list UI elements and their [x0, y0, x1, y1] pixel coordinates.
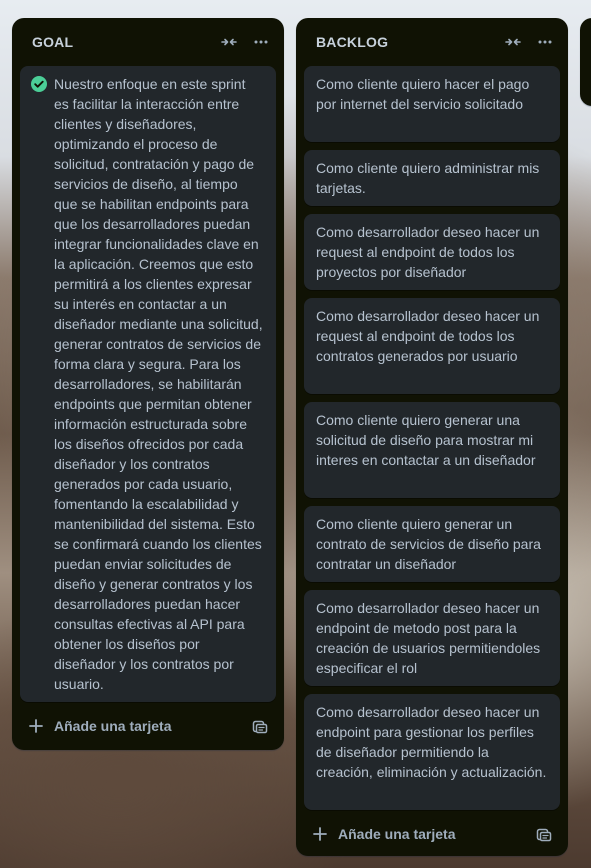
list-next-partial[interactable]	[580, 18, 591, 106]
check-circle-icon[interactable]	[30, 75, 48, 93]
backlog-card[interactable]: Como cliente quiero generar una solicitu…	[304, 402, 560, 498]
backlog-card[interactable]: Como desarrollador deseo hacer un reques…	[304, 214, 560, 290]
list-header: GOAL	[12, 18, 284, 66]
backlog-card[interactable]: Como cliente quiero administrar mis tarj…	[304, 150, 560, 206]
card-text: Como cliente quiero hacer el pago por in…	[316, 76, 530, 112]
backlog-card[interactable]: Como desarrollador deseo hacer un endpoi…	[304, 590, 560, 686]
card-text: Como desarrollador deseo hacer un reques…	[316, 308, 540, 364]
add-card-button[interactable]: Añade una tarjeta	[304, 818, 528, 850]
list-title[interactable]: BACKLOG	[316, 34, 388, 50]
list-footer: Añade una tarjeta	[20, 710, 276, 742]
add-card-button[interactable]: Añade una tarjeta	[20, 710, 244, 742]
goal-card[interactable]: Nuestro enfoque en este sprint es facili…	[20, 66, 276, 702]
create-from-template-icon[interactable]	[244, 710, 276, 742]
collapse-list-icon[interactable]	[500, 30, 526, 54]
list-backlog: BACKLOG Como cliente quiero hacer el pag…	[296, 18, 568, 856]
backlog-card[interactable]: Como cliente quiero generar un contrato …	[304, 506, 560, 582]
add-card-label: Añade una tarjeta	[54, 718, 172, 734]
more-options-icon[interactable]	[248, 30, 274, 54]
card-text: Como desarrollador deseo hacer un endpoi…	[316, 704, 547, 780]
card-text: Como cliente quiero generar una solicitu…	[316, 412, 536, 468]
more-options-icon[interactable]	[532, 30, 558, 54]
create-from-template-icon[interactable]	[528, 818, 560, 850]
backlog-card[interactable]: Como cliente quiero hacer el pago por in…	[304, 66, 560, 142]
card-text: Nuestro enfoque en este sprint es facili…	[54, 76, 263, 692]
card-text: Como cliente quiero administrar mis tarj…	[316, 160, 540, 196]
collapse-list-icon[interactable]	[216, 30, 242, 54]
plus-icon	[28, 718, 44, 734]
add-card-label: Añade una tarjeta	[338, 826, 456, 842]
list-header: BACKLOG	[296, 18, 568, 66]
list-footer: Añade una tarjeta	[304, 818, 560, 850]
list-title[interactable]: GOAL	[32, 34, 73, 50]
plus-icon	[312, 826, 328, 842]
card-text: Como desarrollador deseo hacer un reques…	[316, 224, 540, 280]
backlog-card[interactable]: Como desarrollador deseo hacer un endpoi…	[304, 694, 560, 810]
list-goal: GOAL Nuestro enfoque en este sprint es f…	[12, 18, 284, 750]
card-text: Como desarrollador deseo hacer un endpoi…	[316, 600, 541, 676]
card-text: Como cliente quiero generar un contrato …	[316, 516, 541, 572]
backlog-card[interactable]: Como desarrollador deseo hacer un reques…	[304, 298, 560, 394]
